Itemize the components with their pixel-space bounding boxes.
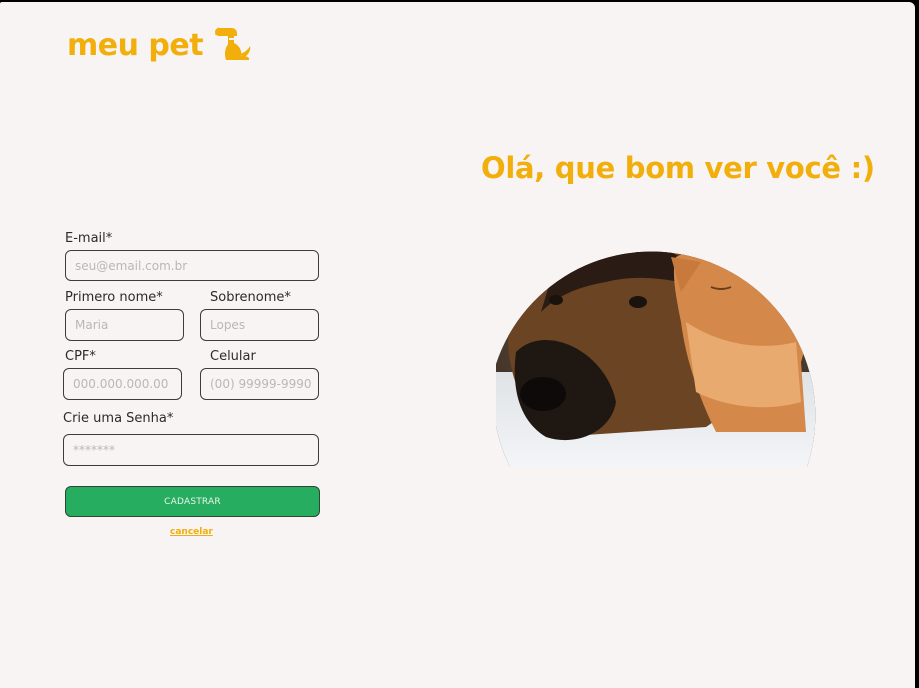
phone-field[interactable] xyxy=(200,368,319,400)
password-field[interactable] xyxy=(63,434,319,466)
cpf-field[interactable] xyxy=(63,368,182,400)
email-field[interactable] xyxy=(65,250,319,281)
phone-label: Celular xyxy=(210,349,256,364)
email-label: E-mail* xyxy=(65,231,113,246)
last-name-label: Sobrenome* xyxy=(210,290,291,305)
register-button[interactable]: CADASTRAR xyxy=(65,486,320,517)
brand-name: meu pet xyxy=(67,27,204,63)
last-name-field[interactable] xyxy=(200,309,319,341)
cpf-label: CPF* xyxy=(65,349,96,364)
first-name-label: Primero nome* xyxy=(65,290,163,305)
signup-page: meu pet Olá, que bom ver você :) E-mail*… xyxy=(0,2,915,688)
dog-and-cat-photo xyxy=(496,251,816,467)
brand-logo[interactable]: meu pet xyxy=(67,24,253,66)
password-label: Crie uma Senha* xyxy=(63,411,174,426)
cancel-link[interactable]: cancelar xyxy=(170,527,213,537)
dog-icon xyxy=(215,27,251,60)
greeting-heading: Olá, que bom ver você :) xyxy=(481,151,875,185)
first-name-field[interactable] xyxy=(65,309,184,341)
